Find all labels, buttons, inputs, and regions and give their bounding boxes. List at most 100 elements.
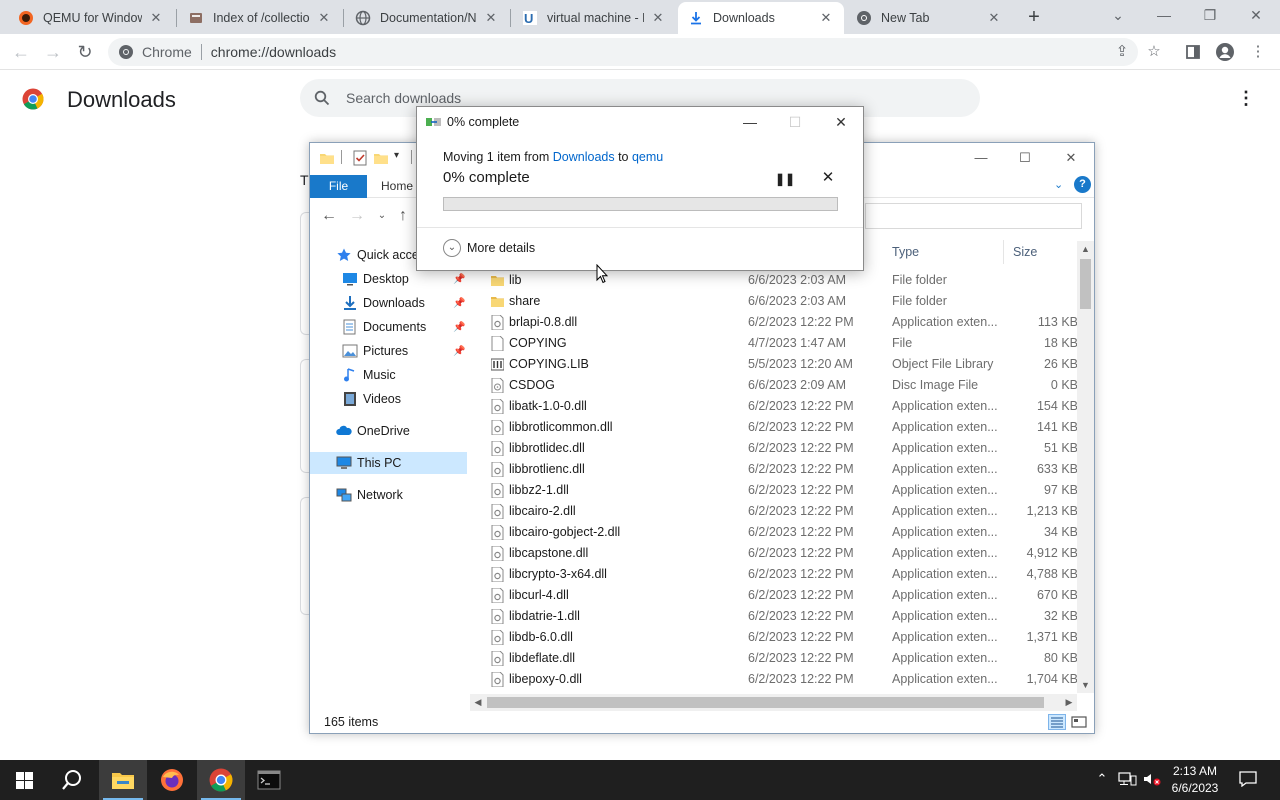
- column-header-size[interactable]: Size: [1013, 240, 1037, 264]
- close-icon[interactable]: ✕: [818, 10, 834, 26]
- up-icon[interactable]: ↑: [394, 206, 412, 226]
- nav-item-onedrive[interactable]: OneDrive: [310, 420, 467, 442]
- file-row[interactable]: libbz2-1.dll 6/2/2023 12:22 PM Application…: [467, 480, 1082, 501]
- taskbar-firefox[interactable]: [148, 760, 196, 800]
- tab-qemu[interactable]: QEMU for Windows ✕: [8, 2, 174, 34]
- nav-item-downloads[interactable]: Downloads 📌: [310, 292, 467, 314]
- tab-search-chevron-icon[interactable]: ⌄: [1106, 4, 1130, 28]
- site-chip[interactable]: Chrome: [108, 44, 192, 60]
- scroll-thumb[interactable]: [487, 697, 1044, 708]
- file-row[interactable]: lib 6/6/2023 2:03 AM File folder: [467, 270, 1082, 291]
- horizontal-scrollbar[interactable]: ◀ ▶: [470, 694, 1077, 711]
- system-clock[interactable]: 2:13 AM 6/6/2023: [1165, 763, 1225, 797]
- file-row[interactable]: libcairo-gobject-2.dll 6/2/2023 12:22 PM A…: [467, 522, 1082, 543]
- file-row[interactable]: COPYING 4/7/2023 1:47 AM File 18 KB: [467, 333, 1082, 354]
- file-row[interactable]: libdeflate.dll 6/2/2023 12:22 PM Applicati…: [467, 648, 1082, 669]
- close-icon[interactable]: ✕: [650, 10, 666, 26]
- profile-avatar-icon[interactable]: [1215, 42, 1235, 62]
- file-row[interactable]: libcapstone.dll 6/2/2023 12:22 PM Applicat…: [467, 543, 1082, 564]
- volume-muted-icon[interactable]: [1141, 771, 1163, 789]
- file-row[interactable]: COPYING.LIB 5/5/2023 12:20 AM Object File …: [467, 354, 1082, 375]
- close-icon[interactable]: ✕: [316, 10, 332, 26]
- nav-item-pictures[interactable]: Pictures 📌: [310, 340, 467, 362]
- tab-index-of-collection[interactable]: Index of /collection ✕: [178, 2, 342, 34]
- taskbar-file-explorer[interactable]: [99, 760, 147, 800]
- tab-virtual-machine[interactable]: U virtual machine - Bo ✕: [512, 2, 676, 34]
- close-icon[interactable]: ✕: [827, 111, 855, 133]
- menu-kebab-icon[interactable]: ⋮: [1248, 42, 1268, 62]
- file-row[interactable]: libdatrie-1.dll 6/2/2023 12:22 PM Applicat…: [467, 606, 1082, 627]
- scroll-left-arrow-icon[interactable]: ◀: [470, 694, 486, 711]
- file-row[interactable]: CSDOG 6/6/2023 2:09 AM Disc Image File 0 KB: [467, 375, 1082, 396]
- close-icon[interactable]: ✕: [1059, 148, 1083, 168]
- tab-downloads[interactable]: Downloads ✕: [678, 2, 844, 34]
- file-row[interactable]: libcairo-2.dll 6/2/2023 12:22 PM Applicati…: [467, 501, 1082, 522]
- help-icon[interactable]: ?: [1074, 176, 1091, 193]
- minimize-icon[interactable]: —: [736, 111, 764, 133]
- url-text[interactable]: chrome://downloads: [211, 44, 336, 60]
- vertical-scrollbar[interactable]: ▲ ▼: [1077, 241, 1094, 693]
- file-row[interactable]: libbrotlidec.dll 6/2/2023 12:22 PM Applica…: [467, 438, 1082, 459]
- file-row[interactable]: share 6/6/2023 2:03 AM File folder: [467, 291, 1082, 312]
- more-details-button[interactable]: ⌄ More details: [443, 239, 535, 257]
- share-icon[interactable]: ⇪: [1112, 42, 1132, 62]
- scroll-up-arrow-icon[interactable]: ▲: [1077, 241, 1094, 257]
- details-view-icon[interactable]: [1048, 714, 1066, 730]
- nav-item-videos[interactable]: Videos: [310, 388, 467, 410]
- nav-item-network[interactable]: Network: [310, 484, 467, 506]
- new-tab-button[interactable]: +: [1022, 6, 1046, 30]
- column-header-type[interactable]: Type: [892, 240, 919, 264]
- back-icon[interactable]: ←: [9, 40, 33, 64]
- close-icon[interactable]: ✕: [148, 10, 164, 26]
- column-separator[interactable]: [1003, 240, 1004, 264]
- taskbar-search-button[interactable]: [48, 760, 96, 800]
- nav-item-desktop[interactable]: Desktop 📌: [310, 268, 467, 290]
- minimize-icon[interactable]: —: [1152, 4, 1176, 28]
- tab-documentation[interactable]: Documentation/Ne ✕: [345, 2, 509, 34]
- nav-item-documents[interactable]: Documents 📌: [310, 316, 467, 338]
- back-icon[interactable]: ←: [320, 206, 338, 226]
- bookmark-star-icon[interactable]: ☆: [1144, 42, 1164, 62]
- network-status-icon[interactable]: [1116, 771, 1138, 789]
- address-bar[interactable]: Chrome chrome://downloads: [108, 38, 1138, 66]
- forward-icon[interactable]: →: [41, 40, 65, 64]
- notifications-icon[interactable]: [1238, 771, 1258, 789]
- new-folder-icon[interactable]: [373, 150, 389, 166]
- minimize-icon[interactable]: —: [969, 148, 993, 168]
- tab-file[interactable]: File: [310, 175, 367, 198]
- scroll-thumb[interactable]: [1080, 259, 1091, 309]
- properties-icon[interactable]: [352, 150, 368, 166]
- scroll-down-arrow-icon[interactable]: ▼: [1077, 677, 1094, 693]
- destination-link[interactable]: qemu: [632, 150, 663, 164]
- close-icon[interactable]: ✕: [986, 10, 1002, 26]
- nav-item-music[interactable]: Music: [310, 364, 467, 386]
- explorer-search-box[interactable]: [865, 203, 1082, 229]
- tab-new-tab[interactable]: New Tab ✕: [846, 2, 1012, 34]
- file-row[interactable]: libbrotlicommon.dll 6/2/2023 12:22 PM Appl…: [467, 417, 1082, 438]
- close-icon[interactable]: ✕: [483, 10, 499, 26]
- taskbar-chrome[interactable]: [197, 760, 245, 800]
- reload-icon[interactable]: ↻: [73, 40, 97, 64]
- show-hidden-icons-chevron-icon[interactable]: ⌃: [1094, 771, 1110, 789]
- file-row[interactable]: libcurl-4.dll 6/2/2023 12:22 PM Applicatio…: [467, 585, 1082, 606]
- file-row[interactable]: brlapi-0.8.dll 6/2/2023 12:22 PM Applicati…: [467, 312, 1082, 333]
- search-input[interactable]: [346, 90, 906, 106]
- cancel-icon[interactable]: ✕: [820, 170, 836, 186]
- qat-dropdown-icon[interactable]: ▾: [394, 150, 410, 166]
- recent-locations-chevron-icon[interactable]: ⌄: [373, 206, 391, 226]
- file-row[interactable]: libdb-6.0.dll 6/2/2023 12:22 PM Applicatio…: [467, 627, 1082, 648]
- source-link[interactable]: Downloads: [553, 150, 615, 164]
- taskbar-terminal[interactable]: [245, 760, 293, 800]
- forward-icon[interactable]: →: [348, 206, 366, 226]
- ribbon-expand-chevron-icon[interactable]: ⌄: [1054, 178, 1063, 191]
- pause-icon[interactable]: ❚❚: [775, 171, 795, 187]
- restore-icon[interactable]: ❐: [1198, 4, 1222, 28]
- large-icons-view-icon[interactable]: [1070, 714, 1088, 730]
- close-window-icon[interactable]: ✕: [1244, 4, 1268, 28]
- nav-item-this-pc[interactable]: This PC: [310, 452, 467, 474]
- file-row[interactable]: libepoxy-0.dll 6/2/2023 12:22 PM Applicati…: [467, 669, 1082, 690]
- scroll-right-arrow-icon[interactable]: ▶: [1061, 694, 1077, 711]
- side-panel-icon[interactable]: [1183, 42, 1203, 62]
- downloads-menu-icon[interactable]: ⋮: [1236, 88, 1256, 108]
- start-button[interactable]: [0, 760, 48, 800]
